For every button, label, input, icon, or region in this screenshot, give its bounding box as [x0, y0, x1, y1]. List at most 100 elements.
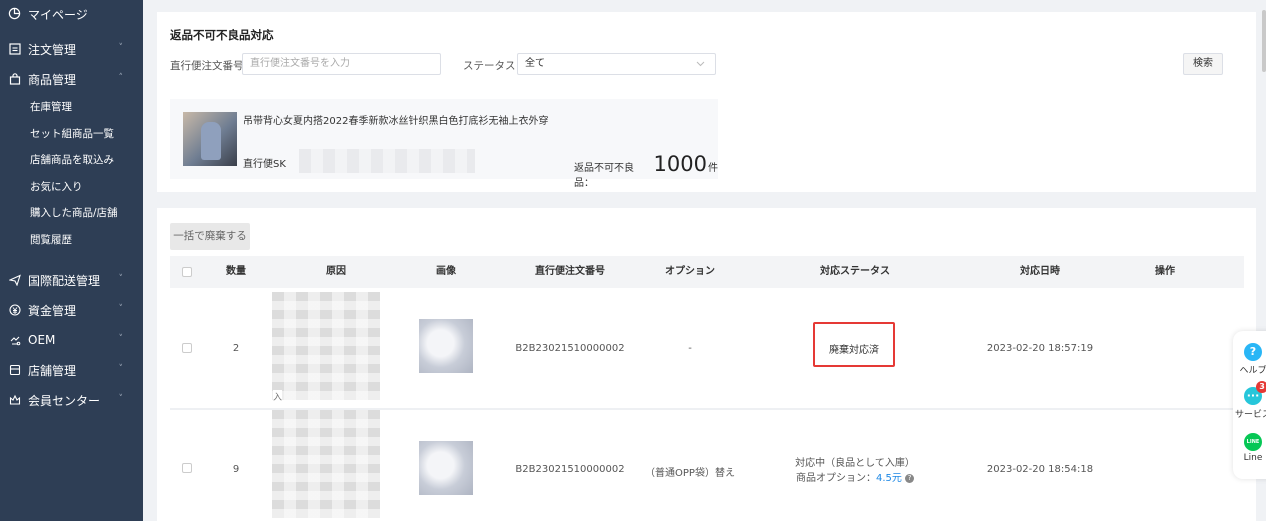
page-scrollbar[interactable] — [1262, 10, 1266, 72]
sidebar-item-label: 店舗管理 — [28, 363, 77, 378]
reason-redacted — [272, 292, 380, 400]
question-icon[interactable]: ? — [905, 473, 915, 483]
col-reason: 原因 — [326, 266, 346, 277]
page-title: 返品不可不良品対応 — [170, 28, 274, 42]
status-select[interactable]: 全て — [517, 53, 716, 75]
row-option: （普通OPP袋）替え — [645, 468, 735, 479]
service-label: サービス — [1234, 410, 1266, 420]
sidebar: マイページ 注文管理 ˅ 商品管理 ˄ 在庫管理 セット組商品一覧 店舗商品を取… — [0, 0, 143, 521]
money-icon — [8, 303, 22, 317]
table-header: 数量 原因 画像 直行便注文番号 オプション 対応ステータス 対応日時 操作 — [170, 256, 1244, 288]
search-button[interactable]: 検索 — [1183, 53, 1223, 75]
sidebar-item-label: 商品管理 — [28, 72, 77, 87]
row-status: 廃棄対応済 — [829, 345, 879, 356]
chevron-down-icon: ˅ — [118, 334, 124, 344]
chevron-down-icon: ˅ — [118, 274, 124, 284]
order-no-label: 直行便注文番号 — [170, 60, 244, 72]
product-card: 吊带背心女夏内搭2022春季新款冰丝针织黑白色打底衫无袖上衣外穿 直行便SK 返… — [170, 99, 718, 189]
bulk-discard-button[interactable]: 一括で廃棄する — [170, 223, 250, 250]
chevron-up-icon: ˄ — [118, 73, 124, 83]
chevron-down-icon — [696, 54, 705, 82]
select-all-checkbox[interactable] — [182, 267, 192, 277]
col-option: オプション — [665, 266, 715, 277]
col-qty: 数量 — [226, 266, 246, 277]
sidebar-item-orders[interactable]: 注文管理 ˅ — [0, 34, 143, 64]
status-label: ステータス — [463, 60, 516, 72]
product-name: 吊带背心女夏内搭2022春季新款冰丝针织黑白色打底衫无袖上衣外穿 — [243, 116, 549, 127]
sidebar-item-funds[interactable]: 資金管理 ˅ — [0, 295, 143, 325]
item-image — [419, 441, 473, 495]
filter-panel: 返品不可不良品対応 直行便注文番号 直行便注文番号を入力 ステータス 全て 検索… — [157, 12, 1256, 192]
oem-icon — [8, 333, 22, 347]
col-actions: 操作 — [1155, 266, 1175, 277]
row-order-no: B2B23021510000002 — [515, 343, 625, 354]
sidebar-item-label: マイページ — [28, 7, 88, 22]
sidebar-subitem-import-products[interactable]: 店舗商品を取込み — [0, 147, 143, 174]
sidebar-item-label: OEM — [28, 333, 56, 347]
chevron-down-icon: ˅ — [118, 304, 124, 314]
col-status: 対応ステータス — [820, 266, 890, 277]
chevron-down-icon: ˅ — [118, 364, 124, 374]
row-status-text: 対応中（良品として入庫） — [795, 458, 915, 469]
help-label: ヘルプ — [1239, 366, 1266, 376]
col-date: 対応日時 — [1020, 266, 1060, 277]
store-icon — [8, 363, 22, 377]
row-date: 2023-02-20 18:57:19 — [986, 343, 1094, 354]
sidebar-item-store[interactable]: 店舗管理 ˅ — [0, 355, 143, 385]
sidebar-item-label: 国際配送管理 — [28, 273, 101, 288]
row-date: 2023-02-20 18:54:18 — [986, 464, 1094, 475]
sidebar-subitem-purchased[interactable]: 購入した商品/店舗 — [0, 200, 143, 227]
floating-support-bar: ? ヘルプ ··· 3 サービス LINE Line — [1233, 331, 1266, 479]
reason-text: 入 — [273, 390, 283, 403]
crown-icon — [8, 393, 22, 407]
defect-summary: 返品不可不良品： 1000 件 — [574, 152, 718, 189]
line-icon: LINE — [1244, 433, 1262, 451]
help-button[interactable]: ? ヘルプ — [1233, 343, 1266, 376]
table-row: 2 入 B2B23021510000002 - 廃棄対応済 2023-02-20… — [170, 290, 1244, 408]
col-order-no: 直行便注文番号 — [535, 266, 605, 277]
row-checkbox[interactable] — [182, 463, 192, 473]
sidebar-item-label: 会員センター — [28, 393, 101, 408]
row-order-no: B2B23021510000002 — [515, 464, 625, 475]
service-badge: 3 — [1256, 381, 1266, 393]
row-qty: 2 — [232, 343, 240, 354]
sidebar-item-products[interactable]: 商品管理 ˄ — [0, 64, 143, 94]
chevron-down-icon: ˅ — [118, 394, 124, 404]
order-icon — [8, 42, 22, 56]
defect-count: 1000 — [653, 152, 707, 176]
help-icon: ? — [1244, 343, 1262, 361]
sidebar-item-oem[interactable]: OEM ˅ — [0, 325, 143, 355]
sidebar-item-member[interactable]: 会員センター ˅ — [0, 385, 143, 415]
product-image-figure — [201, 122, 221, 160]
product-image — [183, 112, 237, 166]
sidebar-subitem-history[interactable]: 閲覧履歴 — [0, 227, 143, 254]
item-image — [419, 319, 473, 373]
sidebar-subitem-set-products[interactable]: セット組商品一覧 — [0, 121, 143, 148]
status-select-value: 全て — [525, 58, 545, 69]
row-option: - — [688, 343, 692, 354]
status-option-price[interactable]: 4.5元 — [876, 473, 902, 484]
line-button[interactable]: LINE Line — [1233, 433, 1266, 463]
table-row: 9 B2B23021510000002 （普通OPP袋）替え 対応中（良品として… — [170, 410, 1244, 521]
sidebar-item-label: 注文管理 — [28, 42, 77, 57]
line-label: Line — [1243, 453, 1263, 463]
col-image: 画像 — [436, 266, 456, 277]
defect-unit: 件 — [708, 163, 718, 174]
chevron-down-icon: ˅ — [118, 43, 124, 53]
sidebar-item-mypage[interactable]: マイページ — [0, 0, 143, 28]
sku-label: 直行便SK — [243, 159, 286, 170]
sidebar-subitem-inventory[interactable]: 在庫管理 — [0, 94, 143, 121]
chat-icon: ··· 3 — [1244, 381, 1266, 405]
order-no-input[interactable]: 直行便注文番号を入力 — [242, 53, 441, 75]
sidebar-item-label: 資金管理 — [28, 303, 77, 318]
row-checkbox[interactable] — [182, 343, 192, 353]
sidebar-subitem-favorites[interactable]: お気に入り — [0, 174, 143, 201]
service-button[interactable]: ··· 3 サービス — [1233, 381, 1266, 420]
reason-redacted — [272, 410, 380, 518]
row-status: 対応中（良品として入庫） 商品オプション：4.5元 ? — [780, 456, 930, 486]
row-status-option: 商品オプション：4.5元 ? — [780, 471, 930, 486]
sidebar-item-shipping[interactable]: 国際配送管理 ˅ — [0, 265, 143, 295]
status-option-label: 商品オプション： — [795, 473, 876, 484]
table-panel: 一括で廃棄する 数量 原因 画像 直行便注文番号 オプション 対応ステータス 対… — [157, 208, 1256, 521]
row-qty: 9 — [232, 464, 240, 475]
